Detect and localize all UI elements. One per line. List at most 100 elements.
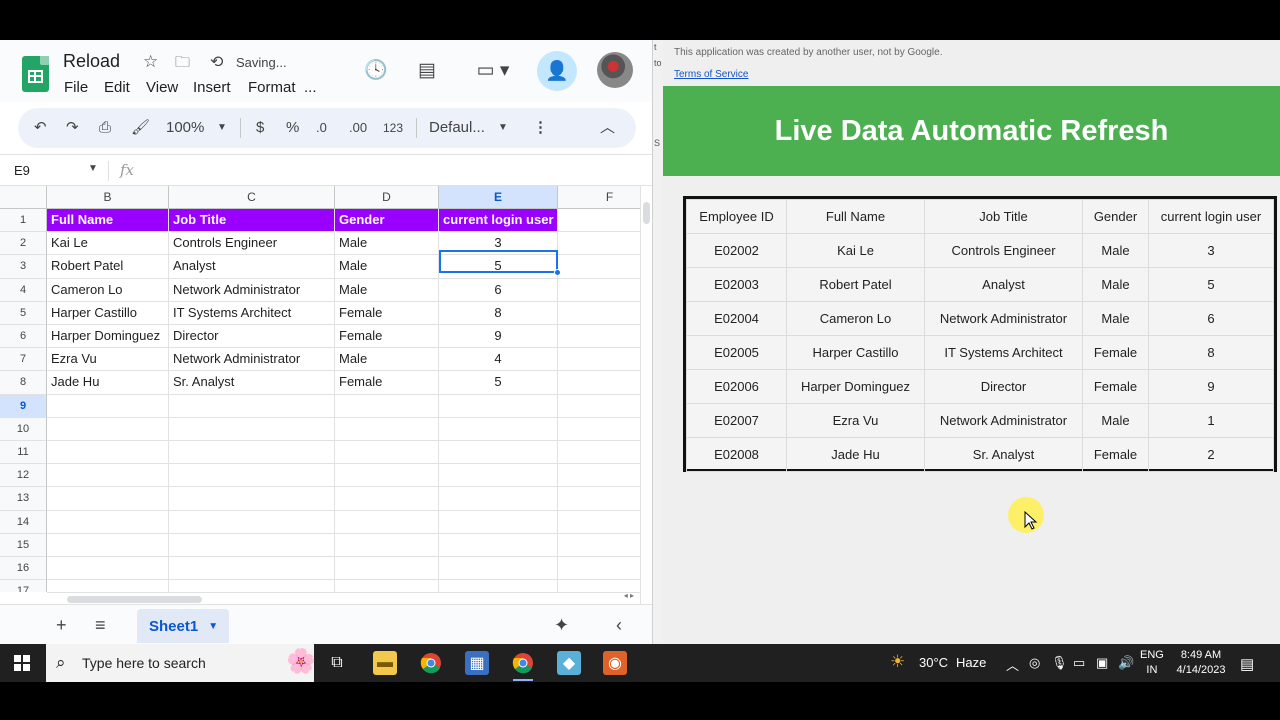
grid-cell[interactable] xyxy=(169,487,335,511)
column-header-d[interactable]: D xyxy=(335,186,439,209)
column-header-b[interactable]: B xyxy=(47,186,169,209)
row-header[interactable]: 4 xyxy=(0,278,47,302)
windows-start-icon[interactable] xyxy=(14,655,30,671)
font-caret-icon[interactable]: ▼ xyxy=(498,118,508,138)
grid-cell[interactable] xyxy=(169,510,335,534)
grid-cell[interactable] xyxy=(47,441,169,465)
row-header[interactable]: 11 xyxy=(0,441,47,465)
grid-cell[interactable] xyxy=(558,348,640,372)
grid-cell[interactable] xyxy=(558,418,640,441)
grid-cell[interactable] xyxy=(335,394,439,418)
grid-cell[interactable]: Director xyxy=(169,325,335,349)
spreadsheet-grid[interactable]: B C D E F 1 Full Name Job Title Gender curre… xyxy=(0,186,640,592)
grid-cell[interactable]: Robert Patel xyxy=(47,255,169,279)
grid-cell[interactable] xyxy=(47,533,169,557)
grid-cell[interactable]: Controls Engineer xyxy=(169,232,335,256)
grid-cell[interactable] xyxy=(169,580,335,592)
menu-more[interactable]: ... xyxy=(304,79,317,96)
collapse-toolbar-icon[interactable]: ︿ xyxy=(600,118,615,138)
menu-format[interactable]: Format xyxy=(248,79,296,96)
vertical-scrollbar[interactable] xyxy=(640,186,652,644)
row-header[interactable]: 13 xyxy=(0,487,47,511)
grid-cell[interactable] xyxy=(169,533,335,557)
grid-cell[interactable] xyxy=(335,533,439,557)
redo-icon[interactable]: ↷ xyxy=(66,118,79,138)
grid-cell[interactable]: 5 xyxy=(439,371,558,395)
grid-cell[interactable]: Male xyxy=(335,278,439,302)
name-box-caret-icon[interactable]: ▼ xyxy=(88,163,98,174)
more-options-icon[interactable]: ⋮ xyxy=(533,118,548,138)
search-input[interactable]: Type here to search xyxy=(82,655,206,671)
taskbar-search[interactable]: ⌕ Type here to search 🌸 xyxy=(46,644,316,682)
grid-cell[interactable] xyxy=(439,394,558,418)
grid-cell[interactable] xyxy=(335,510,439,534)
grid-cell[interactable] xyxy=(558,534,640,557)
grid-cell[interactable] xyxy=(47,394,169,418)
grid-cell[interactable] xyxy=(439,487,558,511)
grid-cell[interactable]: Jade Hu xyxy=(47,371,169,395)
currency-format-button[interactable]: $ xyxy=(256,118,264,138)
grid-cell[interactable] xyxy=(558,395,640,418)
paint-format-icon[interactable]: 🖌 xyxy=(131,118,150,138)
grid-cell[interactable] xyxy=(558,209,640,233)
row-header[interactable]: 17 xyxy=(0,580,47,592)
grid-cell[interactable]: Female xyxy=(335,325,439,349)
percent-format-button[interactable]: % xyxy=(286,118,299,138)
menu-insert[interactable]: Insert xyxy=(193,79,231,96)
clock[interactable]: 8:49 AM 4/14/2023 xyxy=(1170,648,1232,678)
number-format-button[interactable]: 123 xyxy=(383,118,403,138)
camera-icon[interactable]: ◎ xyxy=(1029,655,1040,671)
grid-cell[interactable] xyxy=(47,464,169,488)
menu-edit[interactable]: Edit xyxy=(104,79,130,96)
share-button[interactable]: 👤 xyxy=(537,51,577,91)
weather-temp[interactable]: 30°C xyxy=(919,655,948,670)
grid-cell[interactable] xyxy=(558,302,640,325)
grid-cell[interactable] xyxy=(439,510,558,534)
grid-cell[interactable] xyxy=(439,441,558,465)
grid-cell[interactable]: 4 xyxy=(439,348,558,372)
decrease-decimal-button[interactable]: .0 xyxy=(316,118,327,138)
row-header[interactable]: 2 xyxy=(0,232,47,256)
grid-cell[interactable] xyxy=(47,417,169,441)
grid-cell[interactable]: 9 xyxy=(439,325,558,349)
task-view-icon[interactable]: ⧉ xyxy=(325,651,349,675)
grid-cell[interactable] xyxy=(335,487,439,511)
grid-cell[interactable]: Male xyxy=(335,348,439,372)
document-title[interactable]: Reload xyxy=(63,51,120,72)
grid-cell[interactable]: Harper Castillo xyxy=(47,301,169,325)
grid-cell[interactable] xyxy=(169,441,335,465)
chrome-profile-icon[interactable] xyxy=(511,651,535,681)
row-header[interactable]: 9 xyxy=(0,394,47,418)
show-hidden-icons[interactable]: ︿ xyxy=(1006,655,1019,674)
grid-cell[interactable] xyxy=(558,487,640,511)
meet-icon[interactable]: ▭ ▾ xyxy=(468,51,518,89)
header-cell[interactable]: current login user xyxy=(439,209,558,233)
grid-cell[interactable]: Sr. Analyst xyxy=(169,371,335,395)
grid-cell[interactable] xyxy=(47,557,169,581)
grid-cell[interactable]: Female xyxy=(335,371,439,395)
row-header[interactable]: 6 xyxy=(0,325,47,349)
header-cell[interactable]: Full Name xyxy=(47,209,169,233)
grid-cell[interactable]: Harper Dominguez xyxy=(47,325,169,349)
fill-handle[interactable] xyxy=(554,269,561,276)
grid-cell[interactable] xyxy=(47,510,169,534)
file-explorer-icon[interactable]: ▬ xyxy=(373,651,397,675)
grid-cell[interactable] xyxy=(439,464,558,488)
row-header[interactable]: 5 xyxy=(0,301,47,325)
grid-cell[interactable] xyxy=(439,557,558,581)
grid-cell[interactable] xyxy=(558,464,640,488)
move-folder-icon[interactable]: 🗀 xyxy=(175,52,190,77)
grid-cell[interactable] xyxy=(169,464,335,488)
zoom-caret-icon[interactable]: ▼ xyxy=(217,118,227,138)
add-sheet-icon[interactable]: + xyxy=(56,615,67,636)
collapse-side-icon[interactable]: ‹ xyxy=(616,615,622,636)
weather-icon[interactable]: ☀ xyxy=(890,652,905,672)
grid-cell[interactable] xyxy=(439,580,558,592)
row-header[interactable]: 16 xyxy=(0,557,47,581)
explore-icon[interactable]: ✦ xyxy=(554,615,569,636)
grid-cell[interactable] xyxy=(335,417,439,441)
grid-cell[interactable] xyxy=(558,279,640,302)
zoom-select[interactable]: 100% xyxy=(166,118,204,138)
battery-icon[interactable]: ▭ xyxy=(1073,655,1085,671)
active-cell-e9[interactable] xyxy=(439,250,558,273)
